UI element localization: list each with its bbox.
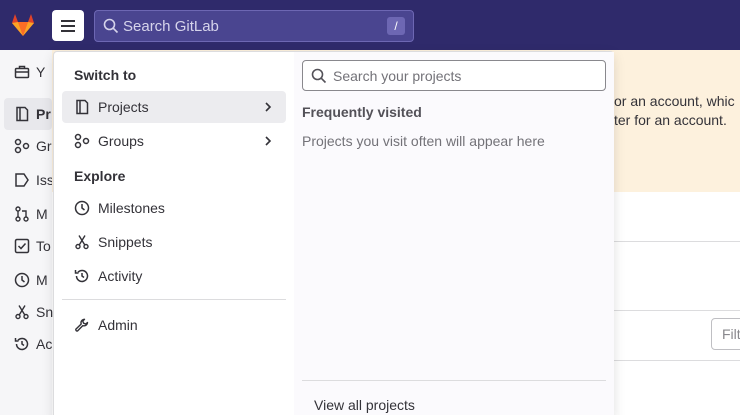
menu-nav-column: Switch to Projects Groups Explore Milest… bbox=[54, 52, 294, 415]
sidebar-item-label: Sn bbox=[36, 304, 54, 320]
menu-item-groups[interactable]: Groups bbox=[62, 125, 286, 157]
top-navbar: Search GitLab / bbox=[0, 0, 740, 50]
sidebar-item-todos[interactable]: To bbox=[14, 236, 54, 256]
sidebar-item-label: M bbox=[36, 206, 48, 222]
view-all-projects-link[interactable]: View all projects bbox=[314, 397, 415, 413]
briefcase-icon bbox=[14, 65, 30, 79]
sidebar-item-projects[interactable]: Pr bbox=[4, 98, 52, 130]
menu-item-label: Groups bbox=[98, 133, 144, 149]
global-search-input[interactable]: Search GitLab / bbox=[94, 10, 414, 42]
menu-item-label: Projects bbox=[98, 99, 149, 115]
sidebar-item-issues[interactable]: Iss bbox=[14, 170, 54, 190]
menu-item-milestones[interactable]: Milestones bbox=[62, 192, 286, 224]
panel-divider bbox=[302, 380, 606, 381]
chevron-right-icon bbox=[265, 136, 272, 146]
menu-item-label: Activity bbox=[98, 268, 143, 284]
sidebar-item-label: M bbox=[36, 272, 48, 288]
menu-item-activity[interactable]: Activity bbox=[62, 260, 286, 292]
sidebar-header-label: Y bbox=[36, 64, 46, 80]
hamburger-icon bbox=[61, 19, 75, 22]
merge-request-icon bbox=[15, 206, 29, 222]
sidebar-item-groups[interactable]: Gr bbox=[14, 136, 54, 156]
menu-item-label: Snippets bbox=[98, 234, 153, 250]
menu-divider bbox=[62, 299, 286, 300]
milestone-icon bbox=[14, 272, 30, 288]
search-placeholder: Search GitLab bbox=[123, 17, 219, 35]
snippet-icon bbox=[15, 305, 29, 320]
frequently-visited-empty-text: Projects you visit often will appear her… bbox=[302, 133, 545, 149]
filter-input[interactable]: Filt bbox=[711, 318, 740, 350]
menu-item-label: Milestones bbox=[98, 200, 165, 216]
menu-item-label: Admin bbox=[98, 317, 138, 333]
project-search-placeholder: Search your projects bbox=[333, 67, 462, 84]
sidebar-item-snippets[interactable]: Sn bbox=[14, 302, 54, 322]
search-icon bbox=[103, 18, 119, 34]
divider bbox=[614, 241, 740, 242]
clock-icon bbox=[74, 200, 90, 216]
menu-item-projects[interactable]: Projects bbox=[62, 91, 286, 123]
sidebar-item-label: Ac bbox=[36, 336, 53, 352]
group-icon bbox=[14, 138, 30, 154]
alert-text-line-1: or an account, whic bbox=[614, 93, 735, 109]
history-icon bbox=[74, 268, 90, 284]
projects-panel: Search your projects Frequently visited … bbox=[294, 52, 614, 415]
gitlab-logo-icon[interactable] bbox=[10, 12, 36, 38]
project-icon bbox=[16, 106, 29, 122]
group-icon bbox=[74, 133, 90, 149]
sidebar-item-label: Gr bbox=[36, 138, 52, 154]
scissors-icon bbox=[74, 234, 90, 250]
search-shortcut-badge: / bbox=[387, 17, 405, 35]
alert-text-line-2: ter for an account. bbox=[614, 112, 727, 128]
activity-icon bbox=[14, 337, 29, 351]
divider bbox=[614, 310, 740, 311]
explore-heading: Explore bbox=[74, 168, 126, 184]
sidebar-item-milestones[interactable]: M bbox=[14, 270, 54, 290]
switch-to-heading: Switch to bbox=[74, 67, 137, 83]
frequently-visited-heading: Frequently visited bbox=[302, 104, 422, 120]
chevron-right-icon bbox=[265, 102, 272, 112]
search-icon bbox=[311, 68, 327, 83]
sidebar-item-your-work[interactable]: Y bbox=[14, 62, 54, 82]
main-menu-dropdown: Switch to Projects Groups Explore Milest… bbox=[53, 51, 614, 415]
sidebar: Y Pr Gr Iss M To M Sn Ac bbox=[0, 50, 54, 415]
sidebar-item-label: To bbox=[36, 238, 51, 254]
sidebar-item-merge-requests[interactable]: M bbox=[14, 204, 54, 224]
todo-icon bbox=[14, 238, 30, 254]
issues-icon bbox=[15, 173, 29, 187]
main-menu-button[interactable] bbox=[52, 10, 84, 41]
project-icon bbox=[74, 99, 90, 115]
divider bbox=[614, 360, 740, 361]
sidebar-item-label: Pr bbox=[36, 106, 51, 122]
project-search-input[interactable]: Search your projects bbox=[302, 60, 606, 91]
menu-item-snippets[interactable]: Snippets bbox=[62, 226, 286, 258]
menu-item-admin[interactable]: Admin bbox=[62, 309, 286, 341]
sidebar-item-activity[interactable]: Ac bbox=[14, 334, 54, 354]
wrench-icon bbox=[74, 317, 90, 333]
